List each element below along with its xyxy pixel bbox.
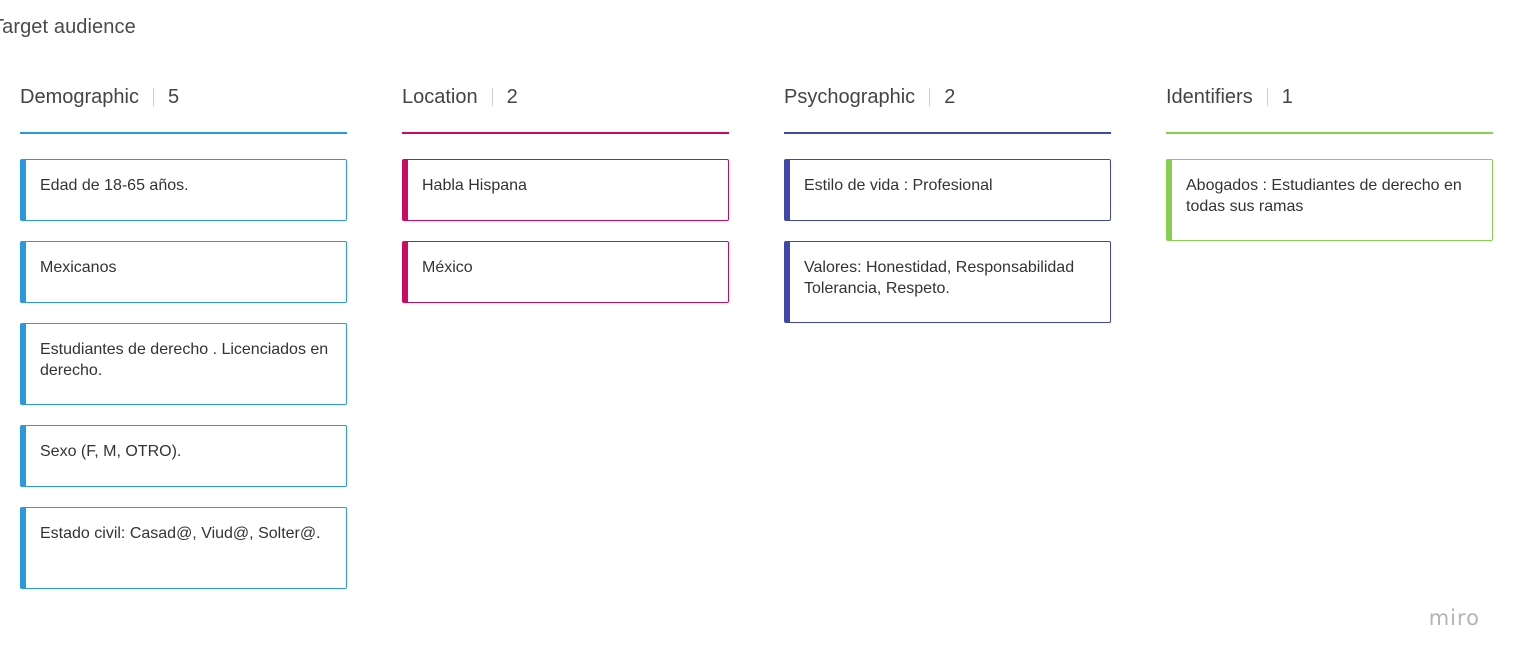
sticky-card[interactable]: Habla Hispana: [402, 159, 729, 221]
column-count: 5: [167, 86, 180, 108]
column-demographic: Demographic 5 Edad de 18-65 años. Mexica…: [20, 84, 347, 609]
column-title: Identifiers: [1166, 86, 1253, 108]
column-title: Demographic: [20, 86, 139, 108]
sticky-card[interactable]: Estado civil: Casad@, Viud@, Solter@.: [20, 507, 347, 589]
sticky-card[interactable]: Sexo (F, M, OTRO).: [20, 425, 347, 487]
sticky-card[interactable]: Valores: Honestidad, Responsabilidad Tol…: [784, 241, 1111, 323]
column-count: 1: [1281, 86, 1293, 108]
column-psychographic: Psychographic 2 Estilo de vida : Profesi…: [784, 84, 1111, 343]
card-list: Habla Hispana México: [402, 159, 729, 303]
column-count: 2: [944, 86, 956, 108]
column-count: 2: [506, 86, 518, 108]
sticky-card[interactable]: Estudiantes de derecho . Licenciados en …: [20, 323, 347, 405]
sticky-card[interactable]: Mexicanos: [20, 241, 347, 303]
column-location: Location 2 Habla Hispana México: [402, 84, 729, 323]
board-canvas: Target audience Demographic 5 Edad de 18…: [0, 0, 1514, 660]
column-header[interactable]: Location 2: [402, 84, 729, 134]
column-header[interactable]: Demographic 5: [20, 84, 347, 134]
board-title: Target audience: [0, 16, 136, 38]
header-divider: [929, 88, 931, 106]
miro-logo: miro: [1428, 606, 1480, 630]
column-identifiers: Identifiers 1 Abogados : Estudiantes de …: [1166, 84, 1493, 261]
column-title: Psychographic: [784, 86, 916, 108]
column-header[interactable]: Identifiers 1: [1166, 84, 1493, 134]
sticky-card[interactable]: Estilo de vida : Profesional: [784, 159, 1111, 221]
column-title: Location: [402, 86, 478, 108]
card-list: Estilo de vida : Profesional Valores: Ho…: [784, 159, 1111, 323]
column-header[interactable]: Psychographic 2: [784, 84, 1111, 134]
header-divider: [1266, 88, 1268, 106]
card-list: Edad de 18-65 años. Mexicanos Estudiante…: [20, 159, 347, 589]
card-list: Abogados : Estudiantes de derecho en tod…: [1166, 159, 1493, 241]
header-divider: [491, 88, 493, 106]
sticky-card[interactable]: Edad de 18-65 años.: [20, 159, 347, 221]
header-divider: [152, 88, 154, 106]
sticky-card[interactable]: Abogados : Estudiantes de derecho en tod…: [1166, 159, 1493, 241]
sticky-card[interactable]: México: [402, 241, 729, 303]
